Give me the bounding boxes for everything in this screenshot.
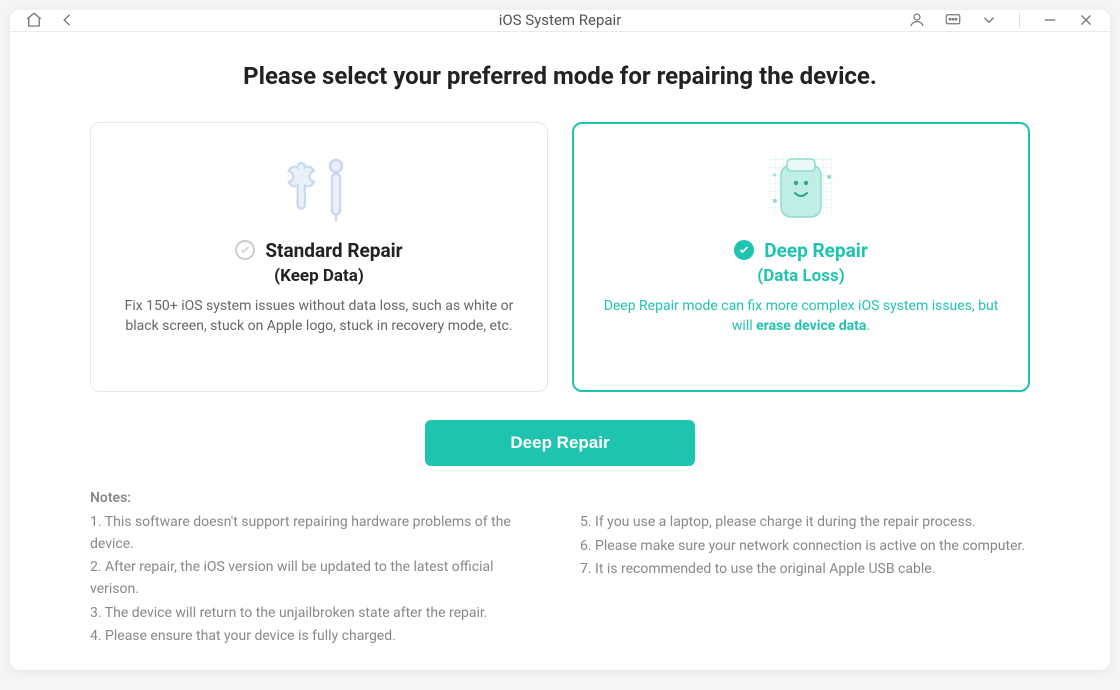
close-icon[interactable] <box>1076 10 1096 30</box>
notes-heading: Notes: <box>90 490 1030 506</box>
standard-card-subtitle: (Keep Data) <box>117 266 521 286</box>
note-item: 6. Please make sure your network connect… <box>580 536 1030 558</box>
titlebar: iOS System Repair <box>10 10 1110 32</box>
titlebar-divider <box>1019 12 1020 28</box>
titlebar-right <box>907 10 1096 30</box>
app-window: iOS System Repair Please select your pre… <box>10 10 1110 670</box>
standard-repair-illustration <box>117 151 521 233</box>
mode-cards: Standard Repair (Keep Data) Fix 150+ iOS… <box>90 122 1030 392</box>
deep-repair-illustration <box>599 151 1003 233</box>
chevron-down-icon[interactable] <box>979 10 999 30</box>
note-item: 5. If you use a laptop, please charge it… <box>580 512 1030 534</box>
card-title-row: Deep Repair <box>599 239 1003 262</box>
notes-col-left: 1. This software doesn't support repairi… <box>90 512 540 650</box>
page-headline: Please select your preferred mode for re… <box>90 62 1030 90</box>
user-icon[interactable] <box>907 10 927 30</box>
card-deep-repair[interactable]: Deep Repair (Data Loss) Deep Repair mode… <box>572 122 1030 392</box>
deep-card-title: Deep Repair <box>764 239 868 262</box>
deep-card-desc: Deep Repair mode can fix more complex iO… <box>599 296 1003 337</box>
standard-card-desc: Fix 150+ iOS system issues without data … <box>117 296 521 337</box>
back-icon[interactable] <box>58 10 78 30</box>
note-item: 4. Please ensure that your device is ful… <box>90 626 540 648</box>
feedback-icon[interactable] <box>943 10 963 30</box>
radio-unchecked-icon <box>235 240 255 260</box>
home-icon[interactable] <box>24 10 44 30</box>
note-item: 1. This software doesn't support repairi… <box>90 512 540 555</box>
notes-col-right: 5. If you use a laptop, please charge it… <box>580 512 1030 650</box>
deep-desc-suffix: . <box>866 318 870 334</box>
card-standard-repair[interactable]: Standard Repair (Keep Data) Fix 150+ iOS… <box>90 122 548 392</box>
standard-card-title: Standard Repair <box>265 239 402 262</box>
titlebar-left <box>24 10 78 30</box>
deep-card-subtitle: (Data Loss) <box>599 266 1003 286</box>
minimize-icon[interactable] <box>1040 10 1060 30</box>
radio-checked-icon <box>734 240 754 260</box>
note-item: 2. After repair, the iOS version will be… <box>90 557 540 600</box>
primary-action-button[interactable]: Deep Repair <box>425 420 695 466</box>
note-item: 7. It is recommended to use the original… <box>580 559 1030 581</box>
notes-columns: 1. This software doesn't support repairi… <box>90 512 1030 650</box>
notes-section: Notes: 1. This software doesn't support … <box>90 490 1030 650</box>
content: Please select your preferred mode for re… <box>10 32 1110 670</box>
deep-desc-strong: erase device data <box>756 318 866 334</box>
card-title-row: Standard Repair <box>117 239 521 262</box>
note-item: 3. The device will return to the unjailb… <box>90 603 540 625</box>
